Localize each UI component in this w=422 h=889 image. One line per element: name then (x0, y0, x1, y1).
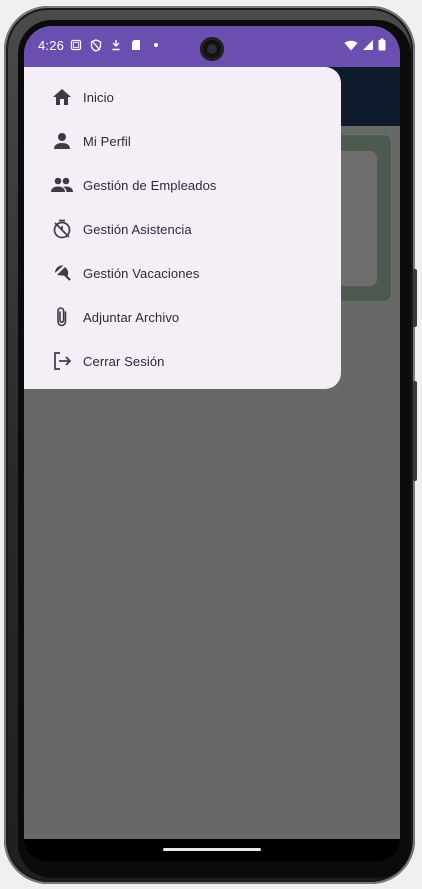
menu-item-adjuntar-archivo[interactable]: Adjuntar Archivo (24, 295, 341, 339)
timer-off-icon (50, 217, 74, 241)
person-icon (50, 129, 74, 153)
power-button (413, 269, 417, 327)
dot-icon (149, 38, 163, 52)
status-icons-left (69, 38, 163, 52)
menu-item-gestion-asistencia[interactable]: Gestión Asistencia (24, 207, 341, 251)
menu-item-mi-perfil[interactable]: Mi Perfil (24, 119, 341, 163)
sd-card-icon (129, 38, 143, 52)
menu-item-label: Gestión de Empleados (83, 177, 217, 193)
screenshot-icon (69, 38, 83, 52)
menu-item-inicio[interactable]: Inicio (24, 75, 341, 119)
status-time: 4:26 (38, 38, 65, 53)
front-camera (200, 37, 224, 61)
menu-item-cerrar-sesion[interactable]: Cerrar Sesión (24, 339, 341, 383)
menu-item-label: Cerrar Sesión (83, 353, 165, 369)
voicemail-icon (109, 38, 123, 52)
navigation-drawer: Inicio Mi Perfil Gestión de Empleados Ge… (24, 67, 341, 389)
menu-item-label: Mi Perfil (83, 133, 131, 149)
wifi-icon (344, 38, 358, 56)
home-indicator[interactable] (163, 848, 261, 851)
home-icon (50, 85, 74, 109)
people-icon (50, 173, 74, 197)
menu-item-gestion-empleados[interactable]: Gestión de Empleados (24, 163, 341, 207)
menu-list: Inicio Mi Perfil Gestión de Empleados Ge… (24, 75, 341, 383)
menu-item-label: Gestión Vacaciones (83, 265, 200, 281)
battery-icon (378, 38, 386, 56)
status-icons-right (344, 38, 386, 56)
logout-icon (50, 349, 74, 373)
navigation-bar (24, 839, 400, 861)
menu-item-label: Gestión Asistencia (83, 221, 192, 237)
shield-icon (89, 38, 103, 52)
beach-umbrella-icon (50, 261, 74, 285)
signal-icon (362, 38, 374, 56)
status-bar: 4:26 (24, 26, 400, 67)
attach-file-icon (50, 305, 74, 329)
screen: 4:26 Inicio Mi Perfil Gestión de Emplead… (24, 26, 400, 839)
menu-item-label: Adjuntar Archivo (83, 309, 180, 325)
menu-item-gestion-vacaciones[interactable]: Gestión Vacaciones (24, 251, 341, 295)
menu-item-label: Inicio (83, 89, 114, 105)
volume-button (413, 381, 417, 481)
